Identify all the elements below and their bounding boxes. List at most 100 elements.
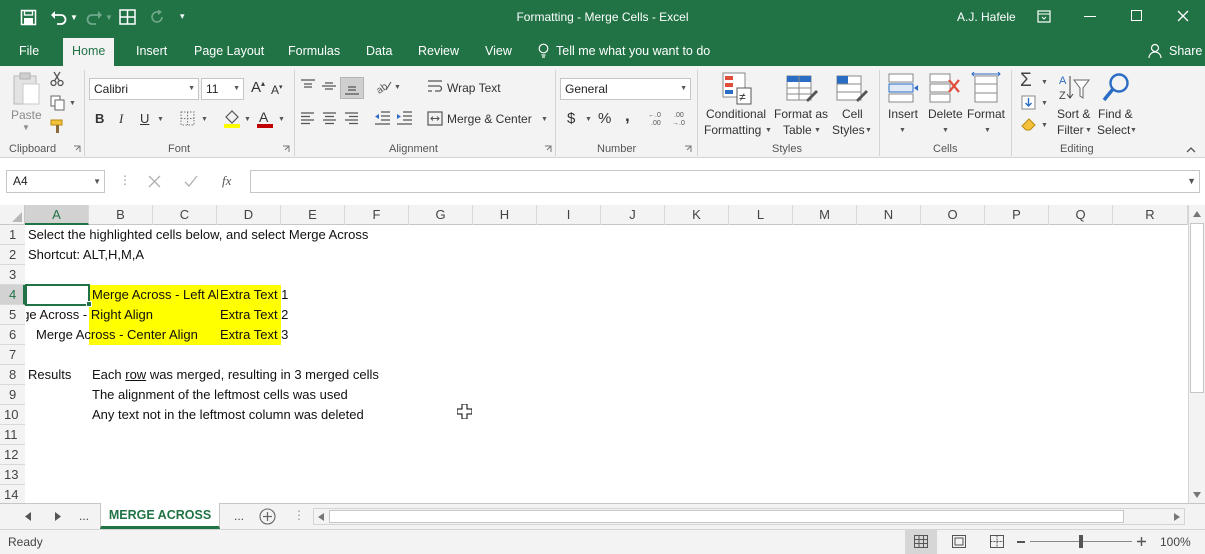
horizontal-scrollbar[interactable]	[313, 508, 1185, 525]
align-left-icon[interactable]	[300, 112, 315, 125]
formula-input[interactable]: ▼	[250, 170, 1200, 193]
find-select-label-2[interactable]: Select	[1097, 123, 1130, 137]
percent-style-button[interactable]: %	[598, 110, 611, 127]
zoom-out-button[interactable]	[1017, 541, 1025, 543]
orientation-icon[interactable]: ab	[374, 78, 392, 94]
column-header-h[interactable]: H	[473, 205, 537, 225]
conditional-formatting-icon[interactable]: ≠	[722, 72, 754, 106]
copy-dropdown-icon[interactable]: ▼	[69, 100, 76, 107]
autosum-icon[interactable]: Σ	[1020, 70, 1032, 92]
worksheet-grid[interactable]	[26, 225, 1188, 503]
row-header-13[interactable]: 13	[0, 465, 25, 485]
confirm-entry-icon[interactable]	[184, 175, 198, 188]
alignment-dialog-launcher-icon[interactable]	[544, 145, 552, 153]
merge-center-button[interactable]: Merge & Center	[447, 112, 532, 126]
zoom-level[interactable]: 100%	[1160, 535, 1191, 549]
align-right-icon[interactable]	[344, 112, 359, 125]
row-header-7[interactable]: 7	[0, 345, 25, 365]
column-header-m[interactable]: M	[793, 205, 857, 225]
tab-split-grip-icon[interactable]: ⋮	[293, 508, 305, 522]
accounting-format-button[interactable]: $	[567, 110, 575, 127]
cell-b5[interactable]: Merge Across - Right Align	[26, 305, 153, 325]
clipboard-dialog-launcher-icon[interactable]	[73, 145, 81, 153]
scroll-left-icon[interactable]	[318, 513, 324, 521]
column-header-r[interactable]: R	[1113, 205, 1188, 225]
decrease-decimal-icon[interactable]: .00→.0	[672, 110, 690, 126]
column-header-k[interactable]: K	[665, 205, 729, 225]
bold-button[interactable]: B	[95, 111, 104, 126]
merge-center-dropdown-icon[interactable]: ▼	[541, 116, 548, 123]
wrap-text-icon[interactable]	[427, 79, 443, 94]
more-sheets-right[interactable]: ...	[234, 509, 244, 523]
expand-formula-bar-icon[interactable]: ▼	[1187, 171, 1196, 192]
horizontal-scroll-thumb[interactable]	[329, 510, 1124, 523]
insert-cells-dropdown-icon[interactable]: ▼	[899, 127, 906, 134]
italic-button[interactable]: I	[119, 111, 123, 127]
tab-home[interactable]: Home	[63, 38, 115, 66]
ribbon-display-options-icon[interactable]	[1037, 10, 1051, 23]
scroll-right-icon[interactable]	[1174, 513, 1180, 521]
font-color-dropdown-icon[interactable]: ▼	[278, 116, 285, 123]
conditional-formatting-label-1[interactable]: Conditional	[706, 107, 766, 121]
number-format-combo[interactable]: General ▼	[560, 78, 691, 100]
format-painter-icon[interactable]	[50, 118, 66, 134]
row-header-5[interactable]: 5	[0, 305, 25, 325]
cell-styles-label-1[interactable]: Cell	[842, 107, 863, 121]
row-header-6[interactable]: 6	[0, 325, 25, 345]
number-dialog-launcher-icon[interactable]	[684, 145, 692, 153]
user-name[interactable]: A.J. Hafele	[957, 10, 1016, 24]
column-header-j[interactable]: J	[601, 205, 665, 225]
column-header-o[interactable]: O	[921, 205, 985, 225]
cell-b9[interactable]: The alignment of the leftmost cells was …	[92, 385, 348, 405]
row-header-1[interactable]: 1	[0, 225, 25, 245]
row-header-11[interactable]: 11	[0, 425, 25, 445]
align-middle-icon[interactable]	[321, 78, 337, 94]
format-as-table-icon[interactable]	[786, 72, 818, 106]
formula-bar-grip-icon[interactable]: ⋮	[119, 173, 131, 187]
find-select-icon[interactable]	[1101, 72, 1133, 104]
cut-icon[interactable]	[50, 71, 64, 87]
column-header-d[interactable]: D	[217, 205, 281, 225]
column-header-e[interactable]: E	[281, 205, 345, 225]
conditional-formatting-label-2[interactable]: Formatting	[704, 123, 761, 137]
sort-filter-label-2[interactable]: Filter	[1057, 123, 1084, 137]
font-color-icon[interactable]: A	[257, 109, 273, 128]
share-person-icon[interactable]	[1148, 43, 1164, 59]
merge-center-icon[interactable]	[427, 111, 443, 126]
underline-button[interactable]: U	[140, 111, 149, 126]
format-as-table-dropdown-icon[interactable]: ▼	[814, 127, 821, 134]
align-top-icon[interactable]	[300, 78, 316, 94]
format-as-table-label-2[interactable]: Table	[783, 123, 812, 137]
maximize-icon[interactable]	[1131, 10, 1142, 21]
new-sheet-icon[interactable]	[259, 508, 276, 525]
align-center-icon[interactable]	[322, 112, 337, 125]
row-header-10[interactable]: 10	[0, 405, 25, 425]
cell-a2[interactable]: Shortcut: ALT,H,M,A	[28, 245, 144, 265]
fill-handle[interactable]	[86, 301, 92, 307]
tab-formulas[interactable]: Formulas	[288, 36, 340, 66]
column-header-f[interactable]: F	[345, 205, 409, 225]
decrease-font-size-icon[interactable]: A▾	[271, 83, 283, 97]
sort-filter-dropdown-icon[interactable]: ▼	[1085, 127, 1092, 134]
comma-style-button[interactable]: ,	[625, 106, 630, 126]
format-cells-button[interactable]: Format	[967, 107, 1005, 121]
fill-color-icon[interactable]	[223, 109, 241, 128]
column-header-i[interactable]: I	[537, 205, 601, 225]
cell-d4[interactable]: Extra Text 1	[220, 285, 288, 305]
tab-review[interactable]: Review	[418, 36, 459, 66]
vertical-scroll-thumb[interactable]	[1190, 223, 1204, 393]
name-box[interactable]: A4 ▼	[6, 170, 105, 193]
row-header-14[interactable]: 14	[0, 485, 25, 505]
select-all-corner[interactable]	[0, 205, 25, 225]
underline-dropdown-icon[interactable]: ▼	[157, 116, 164, 123]
row-header-3[interactable]: 3	[0, 265, 25, 285]
find-select-dropdown-icon[interactable]: ▼	[1130, 127, 1137, 134]
sort-filter-icon[interactable]: AZ	[1058, 72, 1090, 104]
column-header-q[interactable]: Q	[1049, 205, 1113, 225]
scroll-sheets-right-icon[interactable]	[54, 512, 61, 521]
copy-icon[interactable]	[50, 95, 66, 111]
collapse-ribbon-icon[interactable]	[1186, 146, 1196, 153]
column-header-p[interactable]: P	[985, 205, 1049, 225]
active-cell-a4[interactable]	[25, 284, 90, 306]
font-size-combo[interactable]: 11 ▼	[201, 78, 244, 100]
